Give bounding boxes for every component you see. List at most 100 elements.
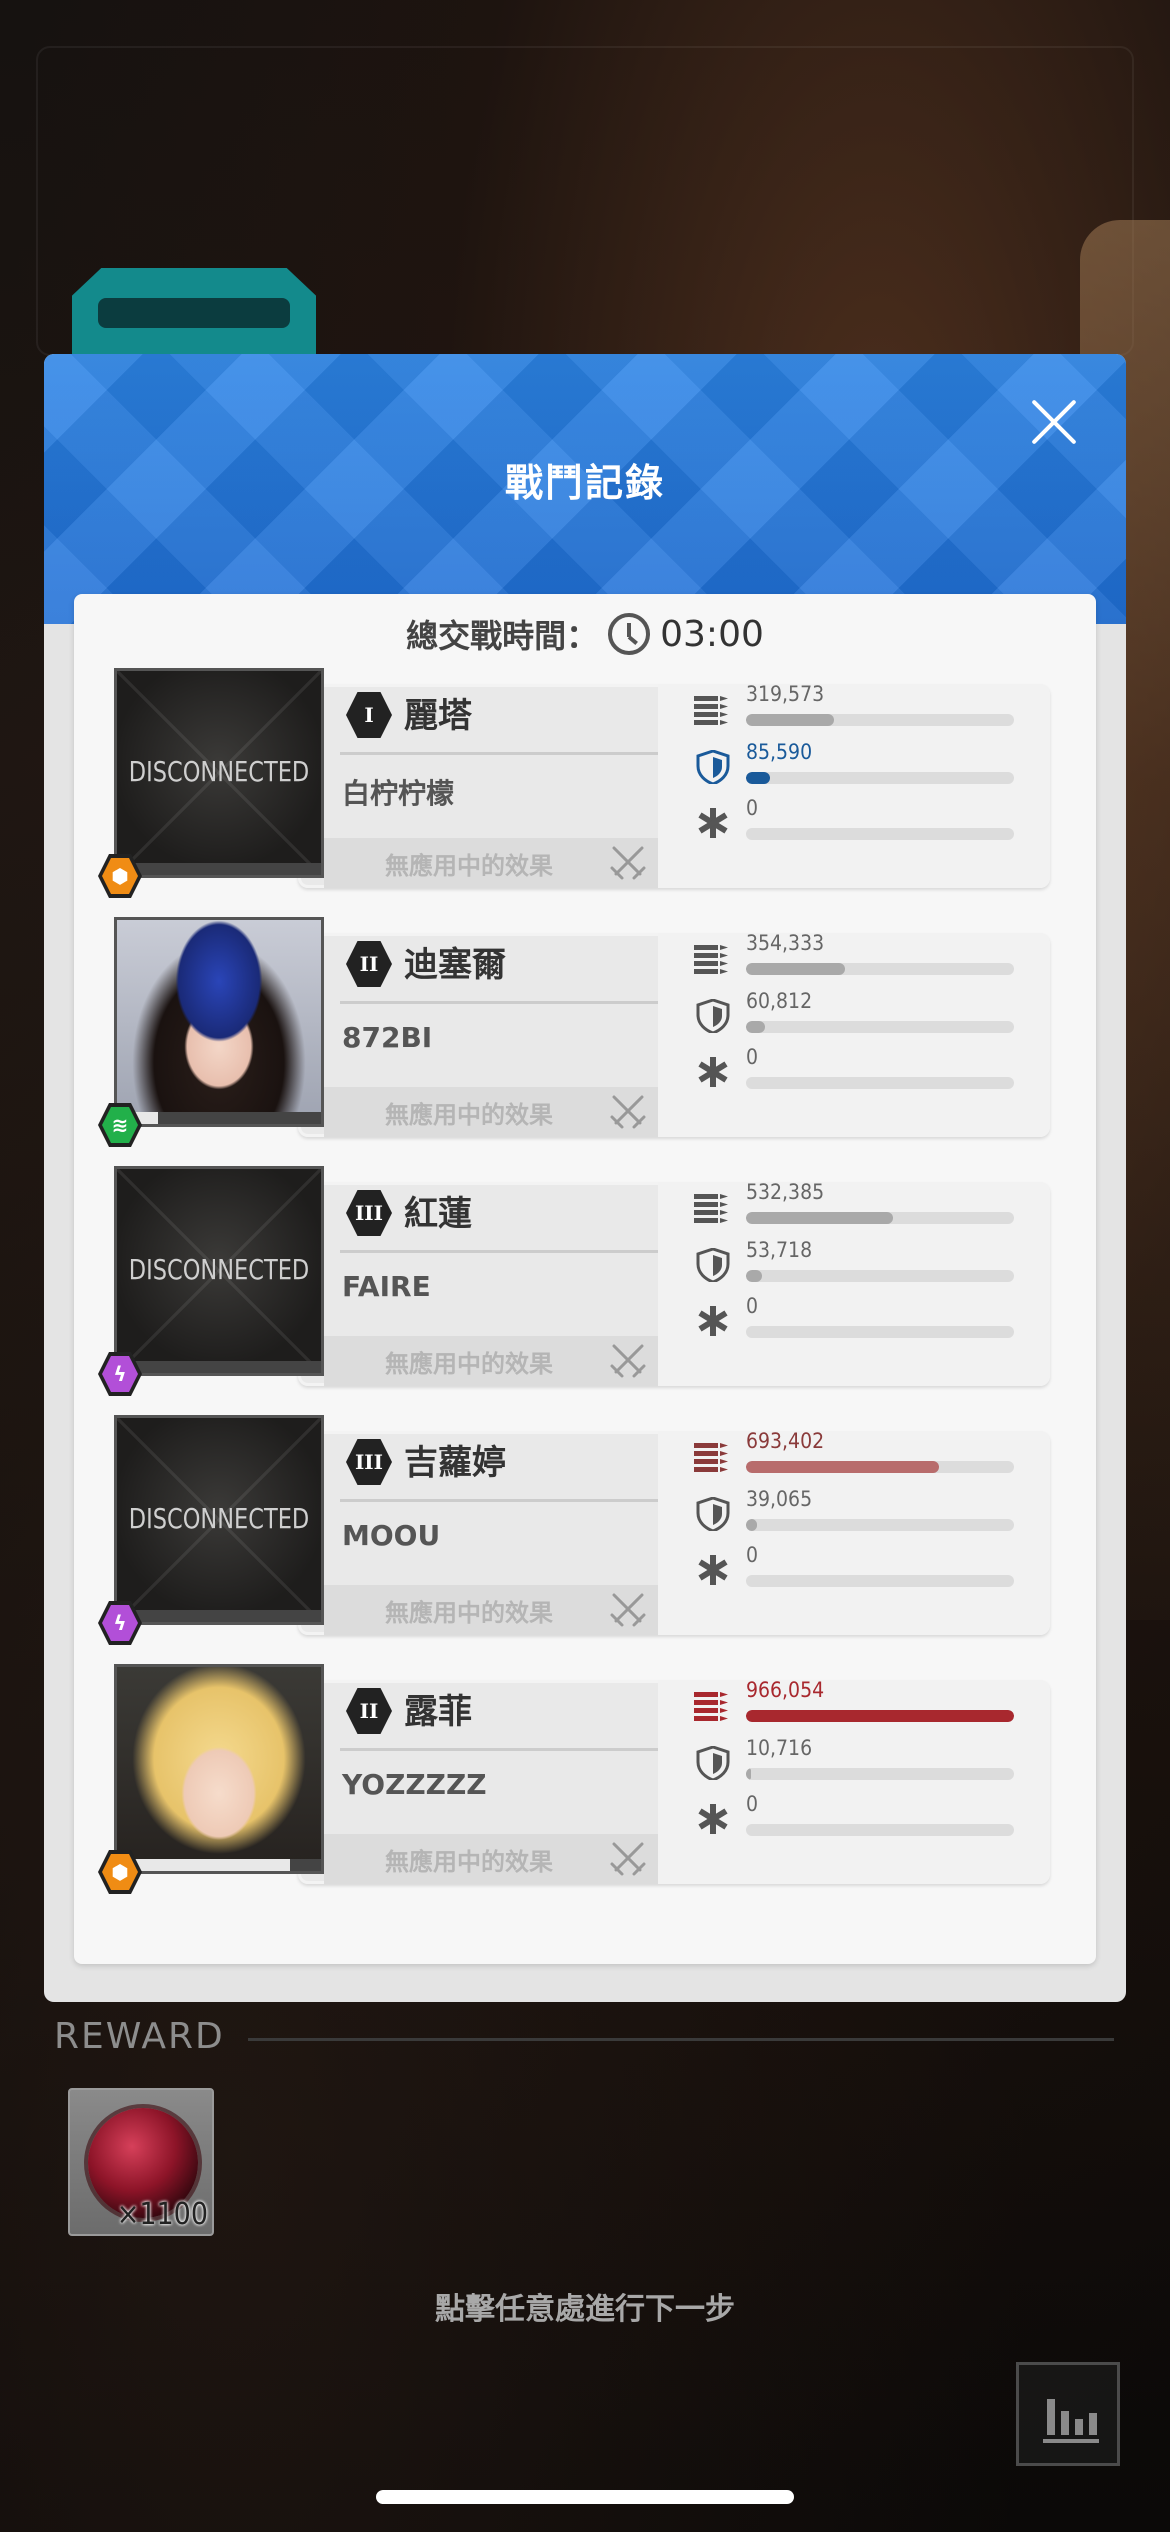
shield-icon — [694, 1247, 732, 1284]
stat-bar-fill — [746, 1212, 894, 1224]
name-divider — [340, 1748, 658, 1751]
attack-icon — [694, 692, 732, 726]
stat-bar-fill — [746, 714, 835, 726]
stat-heal: 0 — [694, 1045, 1024, 1097]
stat-shield: 60,812 — [694, 989, 1024, 1041]
close-icon[interactable] — [1022, 390, 1086, 454]
stat-bar — [746, 772, 1014, 784]
stat-shield: 85,590 — [694, 740, 1024, 792]
stat-value: 10,716 — [746, 1736, 813, 1760]
stat-bar — [746, 1021, 1014, 1033]
effect-text: 無應用中的效果 — [385, 1848, 553, 1876]
background-tag — [72, 268, 316, 360]
continue-hint: 點擊任意處進行下一步 — [435, 2292, 735, 2327]
stat-bar-fill — [746, 963, 846, 975]
heal-icon — [694, 1055, 732, 1089]
stat-shield: 39,065 — [694, 1487, 1024, 1539]
reward-divider — [248, 2038, 1114, 2041]
crossed-swords-icon — [610, 1593, 646, 1627]
stat-value: 0 — [746, 1792, 759, 1816]
stat-heal: 0 — [694, 1543, 1024, 1595]
stat-value: 354,333 — [746, 931, 825, 955]
reward-item-count: ×1100 — [116, 2197, 208, 2232]
total-time-value: 03:00 — [660, 613, 764, 655]
hp-bar — [117, 1361, 321, 1373]
crossed-swords-icon — [610, 1095, 646, 1129]
name-divider — [340, 752, 658, 755]
character-name: 迪塞爾 — [404, 945, 506, 985]
stat-value: 53,718 — [746, 1238, 813, 1262]
name-divider — [340, 1001, 658, 1004]
stat-attack: 693,402 — [694, 1429, 1024, 1481]
stat-value: 319,573 — [746, 682, 825, 706]
player-row[interactable]: ≋ II 迪塞爾 872BI 無應用中的效果 354,333 60,812 0 — [98, 917, 1050, 1147]
character-portrait — [114, 917, 324, 1127]
effect-text: 無應用中的效果 — [385, 1350, 553, 1378]
stat-attack: 532,385 — [694, 1180, 1024, 1232]
stat-value: 60,812 — [746, 989, 813, 1013]
effect-box: 無應用中的效果 — [324, 1087, 658, 1137]
attack-icon — [694, 941, 732, 975]
player-name: FAIRE — [342, 1270, 431, 1303]
player-row[interactable]: DISCONNECTED ⬢ I 麗塔 白柠柠檬 無應用中的效果 319,573 — [98, 668, 1050, 898]
player-name: 872BI — [342, 1021, 433, 1054]
character-portrait: DISCONNECTED — [114, 668, 324, 878]
stat-bar — [746, 1326, 1014, 1338]
stat-bar-fill — [746, 1270, 763, 1282]
player-row[interactable]: DISCONNECTED ϟ III 吉蘿婷 MOOU 無應用中的效果 693,… — [98, 1415, 1050, 1645]
stat-attack: 319,573 — [694, 682, 1024, 734]
shield-icon — [694, 998, 732, 1035]
modal-title: 戰鬥記錄 — [504, 461, 665, 505]
home-indicator[interactable] — [376, 2490, 794, 2504]
stat-value: 0 — [746, 796, 759, 820]
total-time: 總交戰時間： 03:00 — [74, 610, 1096, 658]
effect-text: 無應用中的效果 — [385, 852, 553, 880]
stat-value: 85,590 — [746, 740, 813, 764]
effect-box: 無應用中的效果 — [324, 1585, 658, 1635]
stat-value: 0 — [746, 1294, 759, 1318]
stat-bar — [746, 1519, 1014, 1531]
heal-icon — [694, 1304, 732, 1338]
stats-button[interactable] — [1016, 2362, 1120, 2466]
shield-icon — [694, 1496, 732, 1533]
stat-bar-fill — [746, 1710, 1014, 1722]
stat-bar-fill — [746, 1021, 765, 1033]
character-portrait: DISCONNECTED — [114, 1415, 324, 1625]
crossed-swords-icon — [610, 1344, 646, 1378]
character-portrait: DISCONNECTED — [114, 1166, 324, 1376]
stat-bar-fill — [746, 772, 771, 784]
shield-icon — [694, 749, 732, 786]
stat-bar — [746, 714, 1014, 726]
name-divider — [340, 1499, 658, 1502]
stat-bar — [746, 1270, 1014, 1282]
effect-box: 無應用中的效果 — [324, 1336, 658, 1386]
effect-box: 無應用中的效果 — [324, 1834, 658, 1884]
stat-attack: 354,333 — [694, 931, 1024, 983]
modal-header: 戰鬥記錄 — [44, 354, 1126, 624]
character-name: 露菲 — [404, 1692, 472, 1732]
character-name: 吉蘿婷 — [404, 1443, 506, 1483]
player-row[interactable]: DISCONNECTED ϟ III 紅蓮 FAIRE 無應用中的效果 532,… — [98, 1166, 1050, 1396]
hp-bar — [117, 1610, 321, 1622]
stat-bar — [746, 1768, 1014, 1780]
player-row[interactable]: ⬢ II 露菲 YOZZZZZ 無應用中的效果 966,054 10,716 0 — [98, 1664, 1050, 1894]
reward-item[interactable]: ×1100 — [68, 2088, 214, 2236]
stat-bar — [746, 963, 1014, 975]
disconnected-label: DISCONNECTED — [128, 1253, 310, 1286]
stat-shield: 10,716 — [694, 1736, 1024, 1788]
stat-bar-fill — [746, 1519, 757, 1531]
reward-label: REWARD — [54, 2016, 225, 2057]
effect-box: 無應用中的效果 — [324, 838, 658, 888]
total-time-label: 總交戰時間： — [406, 617, 599, 655]
heal-icon — [694, 1553, 732, 1587]
name-divider — [340, 1250, 658, 1253]
attack-icon — [694, 1439, 732, 1473]
stat-bar — [746, 1710, 1014, 1722]
crossed-swords-icon — [610, 846, 646, 880]
bar-chart-icon — [1043, 2399, 1099, 2443]
stat-value: 0 — [746, 1045, 759, 1069]
stat-bar-fill — [746, 1461, 939, 1473]
stat-value: 39,065 — [746, 1487, 813, 1511]
stat-value: 0 — [746, 1543, 759, 1567]
character-name: 紅蓮 — [404, 1194, 472, 1234]
